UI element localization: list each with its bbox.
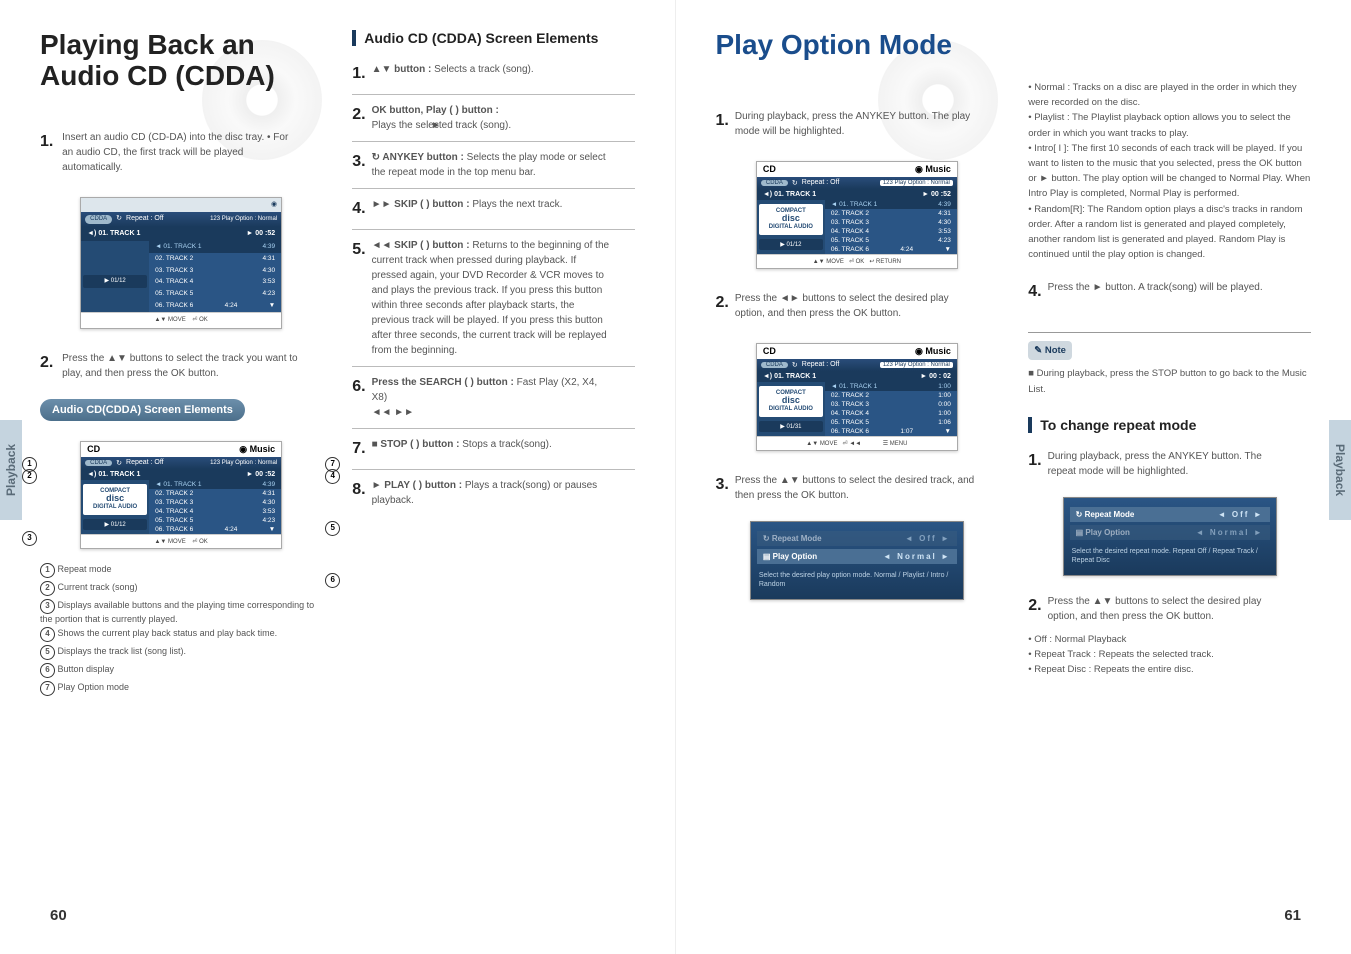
playback-tab-left: Playback: [0, 420, 22, 520]
cd-screen-mockup-3: CDMusic CDDA ↻ Repeat : Off 123 Play Opt…: [756, 343, 958, 451]
element-5: 5.◄◄ SKIP ( ) button : Returns to the be…: [352, 230, 634, 367]
screen-elements-heading: Audio CD (CDDA) Screen Elements: [352, 30, 634, 46]
element-2: 2.OK button, Play ( ) button :Plays the …: [352, 95, 634, 142]
element-3: 3.↻ ANYKEY button : Selects the play mod…: [352, 142, 634, 189]
play-opt-step-1: 1.During playback, press the ANYKEY butt…: [716, 101, 999, 147]
step-2-num: 2.: [40, 351, 53, 375]
step-1-num: 1.: [40, 130, 53, 154]
step-1-text: Insert an audio CD (CD-DA) into the disc…: [62, 130, 302, 175]
element-6: 6.Press the SEARCH ( ) button : Fast Pla…: [352, 367, 634, 429]
play-option-popup: ↻ Repeat Mode◄ Off ► ▤ Play Option◄ Norm…: [750, 521, 964, 600]
play-opt-step-3: 3.Press the ▲▼ buttons to select the des…: [716, 465, 999, 511]
repeat-hints: • Off : Normal Playback • Repeat Track :…: [1028, 632, 1311, 678]
playback-tab-right: Playback: [1329, 420, 1351, 520]
section-title-play-option: Play Option Mode: [716, 30, 999, 61]
repeat-option-popup: ↻ Repeat Mode◄ Off ► ▤ Play Option◄ Norm…: [1063, 497, 1277, 576]
page-number-right: 61: [1284, 907, 1301, 924]
element-1: 1.▲▼ button : Selects a track (song).: [352, 54, 634, 95]
play-opt-step-2: 2.Press the ◄► buttons to select the des…: [716, 283, 999, 329]
element-4: 4.►► SKIP ( ) button : Plays the next tr…: [352, 189, 634, 230]
repeat-mode-heading: To change repeat mode: [1028, 417, 1311, 433]
repeat-step-1: 1.During playback, press the ANYKEY butt…: [1028, 441, 1311, 487]
anno-heading: Audio CD(CDDA) Screen Elements: [40, 399, 245, 421]
cd-screen-mockup-2: CDMusic CDDA ↻ Repeat : Off 123 Play Opt…: [756, 161, 958, 269]
element-8: 8.► PLAY ( ) button : Plays a track(song…: [352, 470, 634, 516]
section-title-audio-cd: Playing Back an Audio CD (CDDA): [40, 30, 322, 92]
repeat-step-2: 2.Press the ▲▼ buttons to select the des…: [1028, 586, 1311, 632]
anno-legend: 1 Repeat mode 2 Current track (song) 3 D…: [40, 563, 322, 696]
play-opt-step-4: 4.Press the ► button. A track(song) will…: [1028, 272, 1311, 312]
cd-screen-mockup-1: ◉ CDDA ↻ Repeat : Off 123 Play Option : …: [80, 197, 282, 329]
step-2-text: Press the ▲▼ buttons to select the track…: [62, 351, 302, 381]
element-7: 7.■ STOP ( ) button : Stops a track(song…: [352, 429, 634, 470]
play-option-hints: • Normal : Tracks on a disc are played i…: [1028, 80, 1311, 262]
page-number-left: 60: [50, 907, 67, 924]
note-block: Note ■ During playback, press the STOP b…: [1028, 332, 1311, 397]
cd-screen-mockup-annotated: CDMusic CDDA ↻ Repeat : Off 123 Play Opt…: [80, 441, 282, 549]
